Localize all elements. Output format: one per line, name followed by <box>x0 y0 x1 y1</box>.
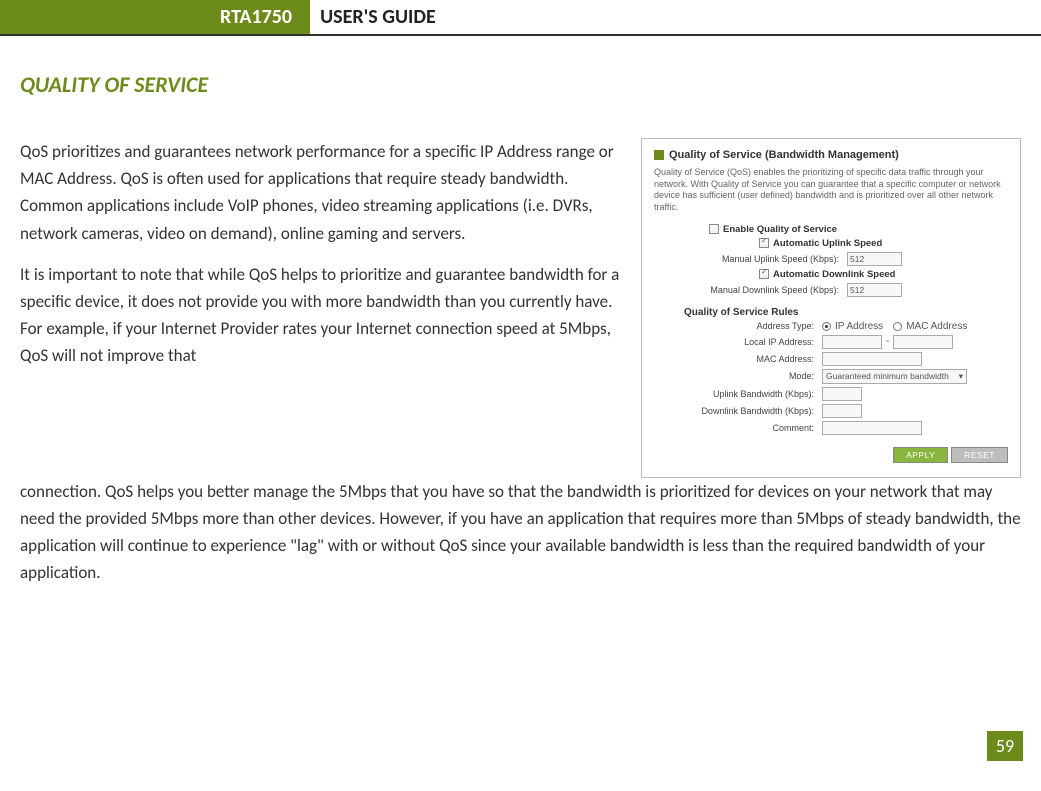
manual-uplink-label: Manual Uplink Speed (Kbps): <box>709 254 839 264</box>
auto-uplink-label: Automatic Uplink Speed <box>773 238 882 249</box>
manual-downlink-input[interactable]: 512 <box>847 283 902 297</box>
ss-panel-title: Quality of Service (Bandwidth Management… <box>654 149 1008 161</box>
paragraph-1: QoS prioritizes and guarantees network p… <box>20 138 626 247</box>
uplink-bw-label: Uplink Bandwidth (Kbps): <box>684 389 814 399</box>
header-accent <box>0 0 20 34</box>
rules-subhead: Quality of Service Rules <box>684 307 1008 318</box>
local-ip-from-input[interactable] <box>822 335 882 349</box>
section-title: QUALITY OF SERVICE <box>20 71 1021 98</box>
ip-range-dash: - <box>886 336 889 347</box>
ip-address-option: IP Address <box>835 321 883 332</box>
product-model: RTA1750 <box>20 0 310 34</box>
chevron-down-icon: ▾ <box>959 371 963 382</box>
page-number: 59 <box>987 731 1023 761</box>
auto-downlink-label: Automatic Downlink Speed <box>773 269 895 280</box>
manual-downlink-label: Manual Downlink Speed (Kbps): <box>709 285 839 295</box>
mode-label: Mode: <box>684 371 814 381</box>
apply-button[interactable]: APPLY <box>893 447 948 463</box>
local-ip-to-input[interactable] <box>893 335 953 349</box>
address-type-label: Address Type: <box>684 321 814 331</box>
uplink-bw-input[interactable] <box>822 387 862 401</box>
ip-address-radio[interactable] <box>822 322 831 331</box>
mac-address-option: MAC Address <box>906 321 967 332</box>
mac-address-input[interactable] <box>822 352 922 366</box>
local-ip-label: Local IP Address: <box>684 337 814 347</box>
manual-uplink-input[interactable]: 512 <box>847 252 902 266</box>
ss-description: Quality of Service (QoS) enables the pri… <box>654 167 1008 214</box>
ss-panel-title-text: Quality of Service (Bandwidth Management… <box>669 149 899 161</box>
downlink-bw-input[interactable] <box>822 404 862 418</box>
enable-qos-checkbox[interactable] <box>709 224 719 234</box>
page-header: RTA1750 USER'S GUIDE <box>0 0 1041 36</box>
embedded-screenshot: Quality of Service (Bandwidth Management… <box>641 138 1021 478</box>
paragraph-2-left: It is important to note that while QoS h… <box>20 261 626 370</box>
mac-address-radio[interactable] <box>893 322 902 331</box>
downlink-bw-label: Downlink Bandwidth (Kbps): <box>684 406 814 416</box>
document-title: USER'S GUIDE <box>310 0 436 34</box>
panel-bullet-icon <box>654 150 664 160</box>
auto-uplink-checkbox[interactable] <box>759 238 769 248</box>
mac-address-label: MAC Address: <box>684 354 814 364</box>
paragraph-2-cont: connection. QoS helps you better manage … <box>20 478 1021 587</box>
mode-select[interactable]: Guaranteed minimum bandwidth ▾ <box>822 369 967 384</box>
auto-downlink-checkbox[interactable] <box>759 269 769 279</box>
enable-qos-label: Enable Quality of Service <box>723 224 837 235</box>
comment-label: Comment: <box>684 423 814 433</box>
comment-input[interactable] <box>822 421 922 435</box>
mode-select-value: Guaranteed minimum bandwidth <box>826 371 949 381</box>
reset-button[interactable]: RESET <box>951 447 1008 463</box>
